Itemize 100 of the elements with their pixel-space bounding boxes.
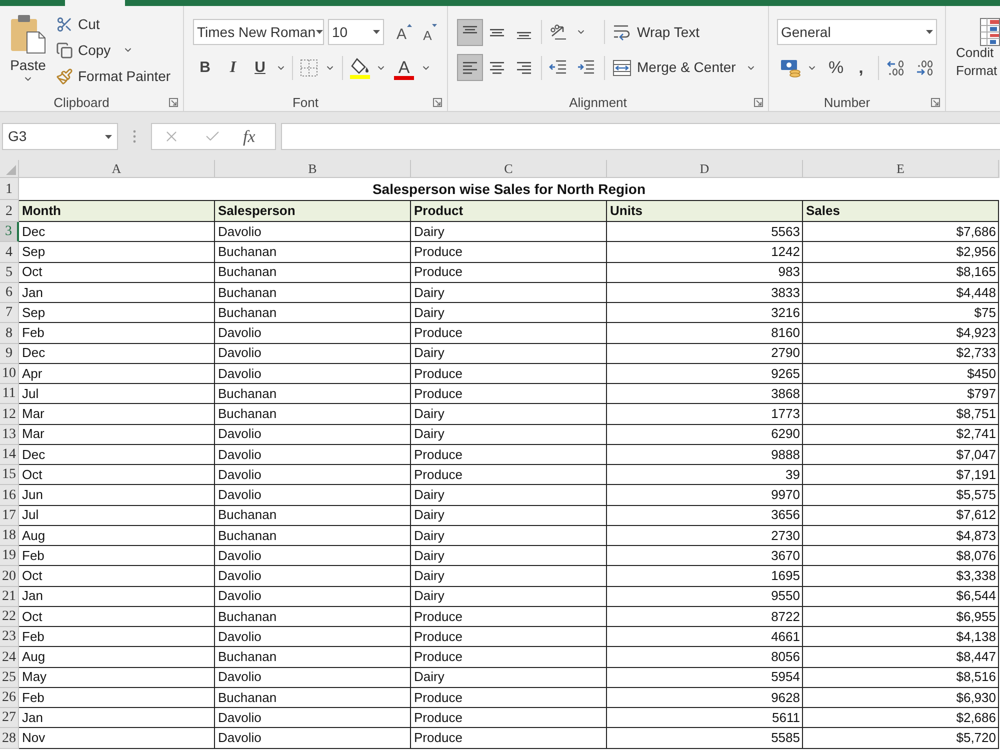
- shrink-font-button[interactable]: A: [420, 21, 440, 43]
- decimal-arrow-left-icon[interactable]: [886, 59, 906, 77]
- format-painter-button[interactable]: Format Painter: [56, 63, 171, 89]
- caret-icon[interactable]: [373, 30, 380, 34]
- row-number[interactable]: 22: [0, 606, 19, 627]
- table-cell: Dec: [19, 222, 215, 242]
- row-number[interactable]: 8: [0, 323, 19, 344]
- table-cell: $797: [803, 384, 999, 404]
- row-number[interactable]: 16: [0, 485, 19, 506]
- paint-bucket-icon[interactable]: [349, 57, 371, 79]
- launcher-arrow-icon[interactable]: [754, 98, 763, 107]
- row-number[interactable]: 2: [0, 200, 19, 222]
- caret-icon[interactable]: [316, 30, 323, 34]
- table-cell: Buchanan: [215, 262, 411, 283]
- indent-decrease-icon[interactable]: [549, 60, 567, 76]
- column-header[interactable]: D: [607, 160, 803, 178]
- table-cell: Jul: [19, 506, 215, 526]
- launcher-arrow-icon[interactable]: [169, 98, 178, 107]
- border-grid-icon[interactable]: [300, 59, 318, 77]
- row-number[interactable]: 24: [0, 647, 19, 668]
- underline-button[interactable]: U: [248, 56, 272, 80]
- table-cell: Aug: [19, 647, 215, 668]
- table-cell: 1242: [607, 242, 803, 262]
- table-cell: Dairy: [411, 526, 607, 546]
- row-number[interactable]: 17: [0, 506, 19, 526]
- row-number[interactable]: 9: [0, 344, 19, 364]
- row-number[interactable]: 21: [0, 586, 19, 607]
- align-button[interactable]: [457, 54, 483, 81]
- row-number[interactable]: 7: [0, 303, 19, 324]
- column-header[interactable]: C: [411, 160, 607, 178]
- font-name-dropdown[interactable]: Times New Roman: [193, 19, 324, 45]
- row-number[interactable]: 15: [0, 465, 19, 486]
- launcher-arrow-icon[interactable]: [433, 98, 442, 107]
- paste-button[interactable]: Paste: [6, 6, 50, 94]
- triangle-up-icon: [406, 24, 412, 27]
- font-size-dropdown[interactable]: 10: [328, 19, 384, 45]
- column-header[interactable]: E: [803, 160, 999, 178]
- group-label: Number: [824, 96, 870, 109]
- conditional-formatting-button[interactable]: Condit Format: [956, 6, 1000, 90]
- row-number[interactable]: 26: [0, 688, 19, 708]
- caret-icon[interactable]: [926, 30, 933, 34]
- insert-function-button[interactable]: fx: [243, 126, 256, 148]
- row-number[interactable]: 18: [0, 526, 19, 546]
- table-cell: Buchanan: [215, 242, 411, 262]
- row-number[interactable]: 19: [0, 546, 19, 566]
- banknote-coins-icon[interactable]: [780, 57, 802, 79]
- caret-icon[interactable]: [105, 134, 112, 138]
- table-cell: 2790: [607, 344, 803, 364]
- name-box[interactable]: G3: [2, 123, 118, 150]
- formula-input[interactable]: [281, 123, 1000, 150]
- table-cell: Produce: [411, 688, 607, 708]
- row-number[interactable]: 1: [0, 178, 19, 200]
- wrap-text-button[interactable]: Wrap Text: [613, 19, 700, 45]
- row-number[interactable]: 10: [0, 364, 19, 384]
- row-number[interactable]: 25: [0, 668, 19, 688]
- vertical-dots-icon[interactable]: [133, 130, 136, 143]
- font-color-button[interactable]: A: [393, 56, 415, 80]
- table-cell: Sep: [19, 303, 215, 324]
- row-number[interactable]: 5: [0, 262, 19, 283]
- percent-button[interactable]: %: [827, 57, 845, 79]
- align-button[interactable]: [457, 18, 483, 46]
- row-number[interactable]: 28: [0, 728, 19, 748]
- italic-button[interactable]: I: [221, 56, 245, 80]
- table-cell: 9888: [607, 444, 803, 465]
- comma-button[interactable]: ,: [854, 57, 868, 79]
- diagonal-arrow-icon[interactable]: [549, 23, 569, 41]
- row-number[interactable]: 6: [0, 282, 19, 303]
- table-cell: Produce: [411, 627, 607, 648]
- table-cell: Nov: [19, 728, 215, 748]
- decimal-arrow-right-icon[interactable]: [915, 59, 935, 77]
- indent-increase-icon[interactable]: [577, 60, 595, 76]
- table-cell: Dairy: [411, 424, 607, 445]
- row-number[interactable]: 3: [0, 222, 19, 242]
- table-cell: $7,612: [803, 506, 999, 526]
- table-cell: Oct: [19, 606, 215, 627]
- row-number[interactable]: 4: [0, 242, 19, 262]
- row-number[interactable]: 23: [0, 627, 19, 648]
- row-number[interactable]: 12: [0, 404, 19, 424]
- row-number[interactable]: 20: [0, 566, 19, 586]
- bold-button[interactable]: B: [193, 56, 217, 80]
- copy-icon: [56, 42, 73, 58]
- number-format-dropdown[interactable]: General: [777, 19, 937, 45]
- column-header[interactable]: A: [19, 160, 215, 178]
- align-center-icon[interactable]: [489, 60, 505, 74]
- column-header[interactable]: B: [215, 160, 411, 178]
- table-cell: 3670: [607, 546, 803, 566]
- row-number[interactable]: 27: [0, 708, 19, 728]
- row-number[interactable]: 11: [0, 384, 19, 404]
- grow-font-button[interactable]: A: [394, 21, 414, 43]
- launcher-arrow-icon[interactable]: [931, 98, 940, 107]
- table-cell: $2,956: [803, 242, 999, 262]
- merge-center-button[interactable]: Merge & Center: [613, 54, 736, 80]
- cut-button[interactable]: Cut: [56, 11, 171, 37]
- copy-button[interactable]: Copy: [56, 37, 111, 63]
- row-number[interactable]: 14: [0, 444, 19, 465]
- table-cell: $2,686: [803, 708, 999, 728]
- table-cell: $8,516: [803, 668, 999, 688]
- table-cell: $8,076: [803, 546, 999, 566]
- align-right-icon[interactable]: [516, 60, 532, 74]
- row-number[interactable]: 13: [0, 424, 19, 445]
